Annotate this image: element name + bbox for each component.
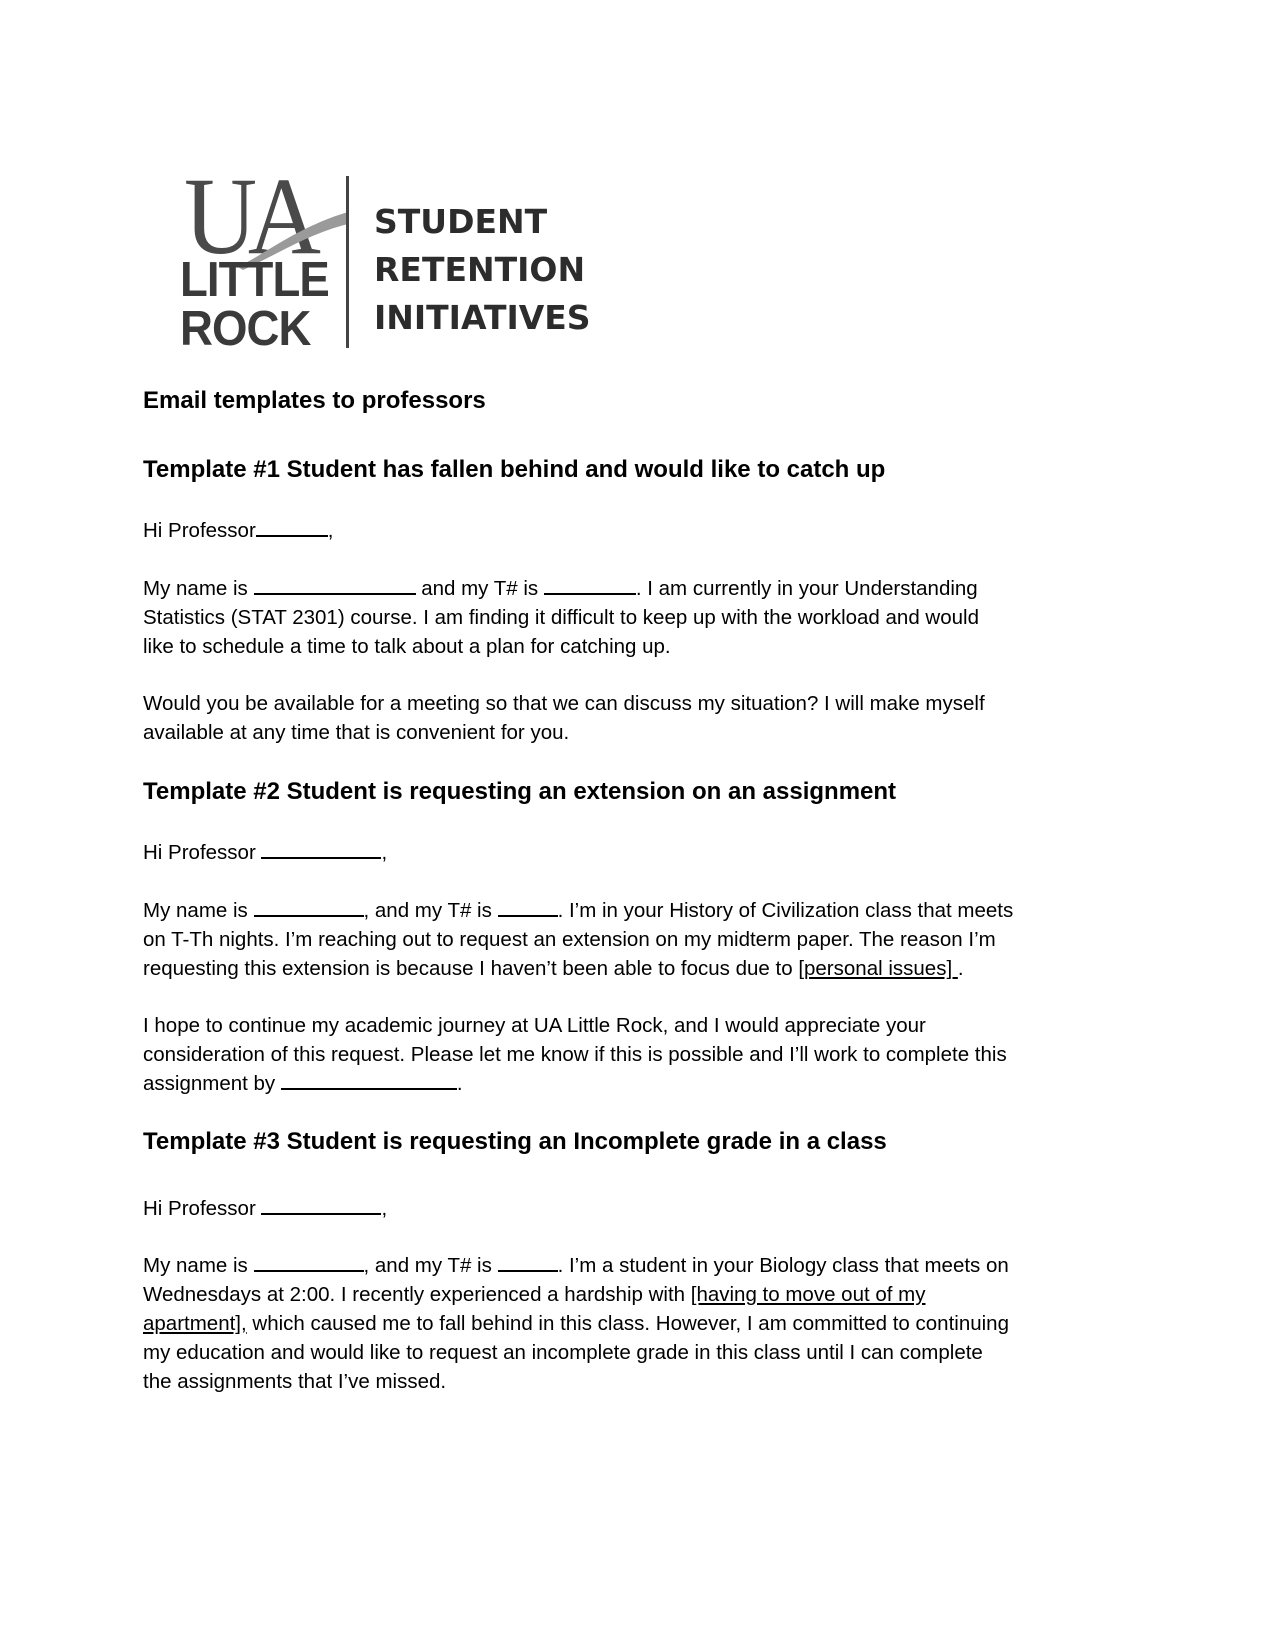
professor-name-blank (255, 517, 328, 537)
t-number-blank (497, 1252, 558, 1272)
logo-text-line: STUDENT (374, 202, 548, 241)
student-name-blank (253, 1252, 364, 1272)
template-3-paragraph-1: My name is , and my T# is . I’m a studen… (143, 1252, 1009, 1393)
student-name-blank (253, 897, 364, 917)
t-number-blank (543, 575, 636, 595)
logo-little-text: LITTLE (180, 253, 330, 307)
due-date-blank (280, 1070, 457, 1090)
logo-rock-text: ROCK (180, 302, 311, 356)
ua-little-rock-student-retention-logo: UA LITTLE ROCK STUDENT RETENTION INITIAT… (178, 161, 608, 362)
ua-little-rock-logo-mark: UA LITTLE ROCK (178, 161, 348, 356)
logo-text-line: RETENTION (374, 250, 586, 289)
logo-text-line: INITIATIVES (374, 298, 591, 337)
professor-name-blank (261, 1195, 382, 1215)
template-3-heading: Template #3 Student is requesting an Inc… (143, 1128, 887, 1155)
template-2-greeting: Hi Professor , (143, 839, 388, 864)
template-2-paragraph-1: My name is , and my T# is . I’m in your … (143, 897, 1014, 980)
template-1-greeting: Hi Professor, (143, 517, 334, 542)
hardship-placeholder-continued: apartment], (143, 1312, 247, 1335)
professor-name-blank (261, 839, 382, 859)
template-2-paragraph-2: I hope to continue my academic journey a… (143, 1014, 1007, 1095)
student-name-blank (253, 575, 416, 595)
document-page: UA LITTLE ROCK STUDENT RETENTION INITIAT… (0, 0, 1275, 1650)
t-number-blank (497, 897, 558, 917)
template-1-heading: Template #1 Student has fallen behind an… (143, 456, 886, 483)
template-1-paragraph-1: My name is and my T# is . I am currently… (143, 575, 979, 658)
template-2-heading: Template #2 Student is requesting an ext… (143, 778, 897, 805)
logo-program-name: STUDENT RETENTION INITIATIVES (374, 198, 591, 342)
reason-placeholder: [personal issues] (798, 957, 958, 980)
logo-divider (346, 176, 349, 348)
template-3-greeting: Hi Professor , (143, 1195, 388, 1220)
template-1-paragraph-2: Would you be available for a meeting so … (143, 692, 985, 744)
document-title: Email templates to professors (143, 387, 486, 414)
hardship-placeholder: [having to move out of my (690, 1283, 926, 1306)
